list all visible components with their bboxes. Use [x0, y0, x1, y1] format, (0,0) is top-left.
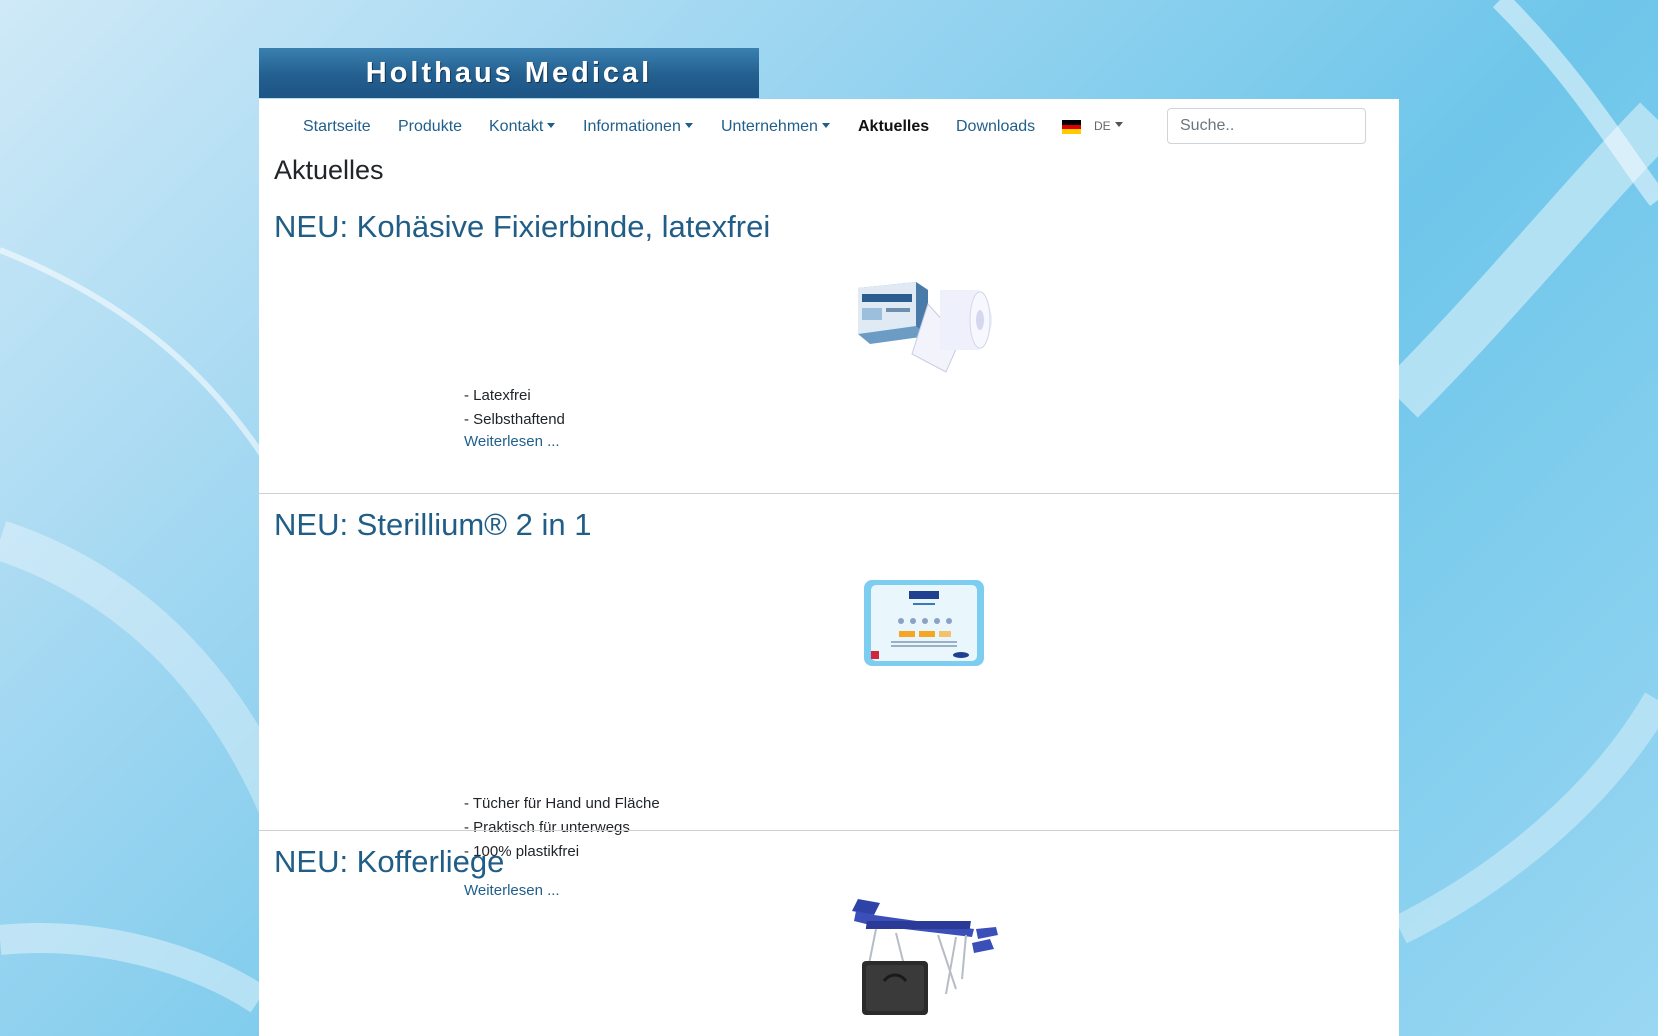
nav-downloads[interactable]: Downloads	[956, 118, 1035, 136]
feature-item: - Latexfrei	[464, 387, 531, 404]
read-more-link[interactable]: Weiterlesen ...	[464, 433, 560, 450]
nav-aktuelles[interactable]: Aktuelles	[858, 118, 929, 136]
caret-down-icon	[1114, 122, 1123, 127]
divider	[259, 493, 1399, 494]
search-input[interactable]	[1167, 108, 1366, 144]
fixation-bandage-product-image[interactable]	[856, 274, 996, 374]
article-title[interactable]: NEU: Kofferliege	[274, 844, 504, 880]
nav-unternehmen[interactable]: Unternehmen	[721, 118, 830, 136]
caret-down-icon	[821, 123, 830, 128]
sterillium-wipes-product-image[interactable]	[861, 577, 987, 669]
caret-down-icon	[547, 123, 556, 128]
language-selector[interactable]: DE	[1094, 119, 1123, 133]
main-panel: Startseite Produkte Kontakt Informatione…	[259, 99, 1399, 1036]
article-title[interactable]: NEU: Kohäsive Fixierbinde, latexfrei	[274, 209, 770, 245]
divider	[259, 830, 1399, 831]
nav-informationen[interactable]: Informationen	[583, 118, 693, 136]
page-title: Aktuelles	[274, 155, 384, 185]
main-navbar: Startseite Produkte Kontakt Informatione…	[259, 99, 1399, 155]
nav-kontakt[interactable]: Kontakt	[489, 118, 556, 136]
site-logo[interactable]: Holthaus Medical	[259, 48, 759, 98]
caret-down-icon	[684, 123, 693, 128]
logo-text: Holthaus Medical	[365, 56, 653, 89]
nav-startseite[interactable]: Startseite	[303, 118, 371, 136]
article-feature-list: - Latexfrei - Selbsthaftend	[464, 384, 565, 432]
feature-item: - Tücher für Hand und Fläche	[464, 795, 660, 812]
article-title[interactable]: NEU: Sterillium® 2 in 1	[274, 507, 591, 543]
nav-produkte[interactable]: Produkte	[398, 118, 462, 136]
germany-flag-icon[interactable]	[1062, 120, 1081, 135]
news-article: NEU: Kofferliege	[259, 844, 1399, 1036]
feature-item: - Selbsthaftend	[464, 411, 565, 428]
feature-item: - Praktisch für unterwegs	[464, 819, 630, 836]
portable-massage-table-product-image[interactable]	[846, 899, 1002, 1024]
